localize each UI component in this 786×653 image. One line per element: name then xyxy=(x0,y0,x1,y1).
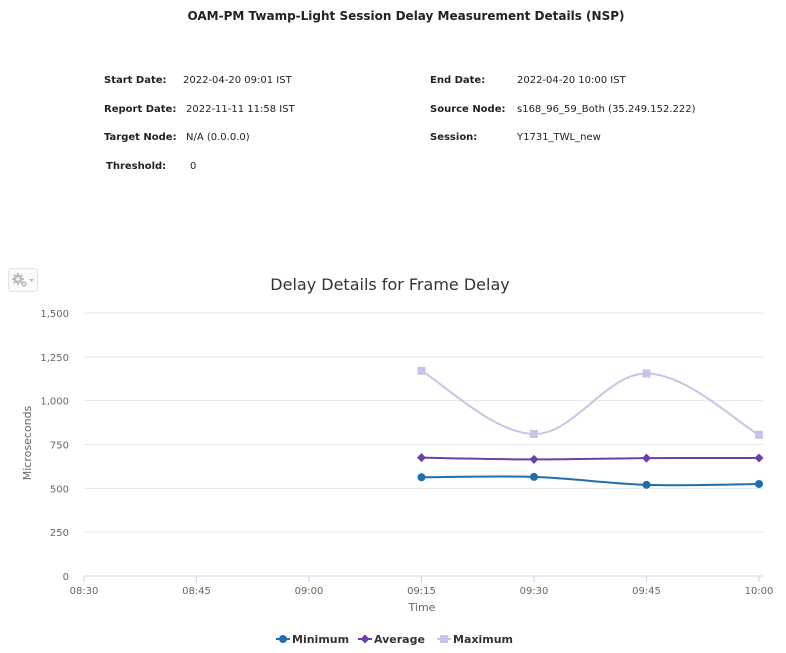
legend-item-average: Average xyxy=(358,633,425,646)
x-tick-label: 09:45 xyxy=(632,586,661,597)
series-average xyxy=(417,453,764,464)
x-tick-label: 08:30 xyxy=(70,586,99,597)
legend-item-minimum: Minimum xyxy=(276,633,349,646)
chart-settings-button[interactable] xyxy=(8,268,38,292)
target-node-value: N/A (0.0.0.0) xyxy=(186,132,250,143)
legend-marker-maximum xyxy=(440,635,448,643)
session-label: Session: xyxy=(430,132,478,143)
chart-title: Delay Details for Frame Delay xyxy=(270,275,509,294)
start-date-label: Start Date: xyxy=(104,75,167,86)
x-tick-label: 08:45 xyxy=(182,586,211,597)
data-point-maximum xyxy=(755,430,763,439)
series-minimum xyxy=(417,472,763,489)
data-point-maximum xyxy=(530,429,538,438)
legend-item-maximum: Maximum xyxy=(437,633,513,646)
y-tick-label: 500 xyxy=(50,484,69,495)
series-line-minimum xyxy=(421,475,760,487)
legend-marker-average xyxy=(360,634,370,644)
source-node-value: s168_96_59_Both (35.249.152.222) xyxy=(517,104,696,115)
data-point-average xyxy=(529,454,539,464)
chart-legend: Minimum Average Maximum xyxy=(276,633,513,646)
source-node-label: Source Node: xyxy=(430,104,506,115)
x-tick-label: 10:00 xyxy=(745,586,774,597)
start-date-value: 2022-04-20 09:01 IST xyxy=(183,75,292,86)
threshold-value: 0 xyxy=(190,161,197,172)
threshold-label: Threshold: xyxy=(106,161,167,172)
x-tick-label: 09:30 xyxy=(520,586,549,597)
chart-series xyxy=(417,366,764,489)
data-point-minimum xyxy=(530,472,538,481)
data-point-maximum xyxy=(417,366,426,375)
target-node-label: Target Node: xyxy=(104,132,177,143)
y-axis-title: Microseconds xyxy=(21,405,34,480)
chart-gridlines xyxy=(84,312,763,533)
data-point-average xyxy=(754,453,764,463)
gear-icon xyxy=(12,273,34,287)
x-tick-label: 09:00 xyxy=(295,586,324,597)
data-point-minimum xyxy=(642,480,651,489)
report-date-label: Report Date: xyxy=(104,104,177,115)
y-tick-label: 1,000 xyxy=(40,397,69,408)
x-tick-label: 09:15 xyxy=(407,586,436,597)
x-axis-title: Time xyxy=(408,601,436,614)
legend-marker-minimum xyxy=(279,635,287,643)
y-tick-label: 1,250 xyxy=(40,353,69,364)
end-date-value: 2022-04-20 10:00 IST xyxy=(517,75,626,86)
report-date-value: 2022-11-11 11:58 IST xyxy=(186,104,295,115)
y-tick-label: 1,500 xyxy=(40,309,69,320)
data-point-average xyxy=(642,453,651,463)
y-tick-label: 250 xyxy=(50,528,69,539)
chart-axes: 0 250 500 750 1,000 1,250 1,500 08:30 08:45 09:00… xyxy=(40,309,773,597)
series-line-average xyxy=(421,456,760,461)
data-point-minimum xyxy=(755,479,763,488)
legend-label-average: Average xyxy=(374,633,425,646)
legend-label-maximum: Maximum xyxy=(453,633,513,646)
y-tick-label: 750 xyxy=(50,441,69,452)
y-tick-label: 0 xyxy=(63,572,69,583)
series-maximum xyxy=(417,366,763,439)
delay-chart: Delay Details for Frame Delay 0 250 500 750… xyxy=(21,275,773,646)
data-point-minimum xyxy=(417,473,426,482)
end-date-label: End Date: xyxy=(430,75,486,86)
data-point-maximum xyxy=(642,369,651,378)
series-line-maximum xyxy=(421,369,760,436)
data-point-average xyxy=(417,453,426,463)
session-value: Y1731_TWL_new xyxy=(517,132,601,143)
legend-label-minimum: Minimum xyxy=(292,633,349,646)
report-title: OAM-PM Twamp-Light Session Delay Measure… xyxy=(187,9,625,23)
